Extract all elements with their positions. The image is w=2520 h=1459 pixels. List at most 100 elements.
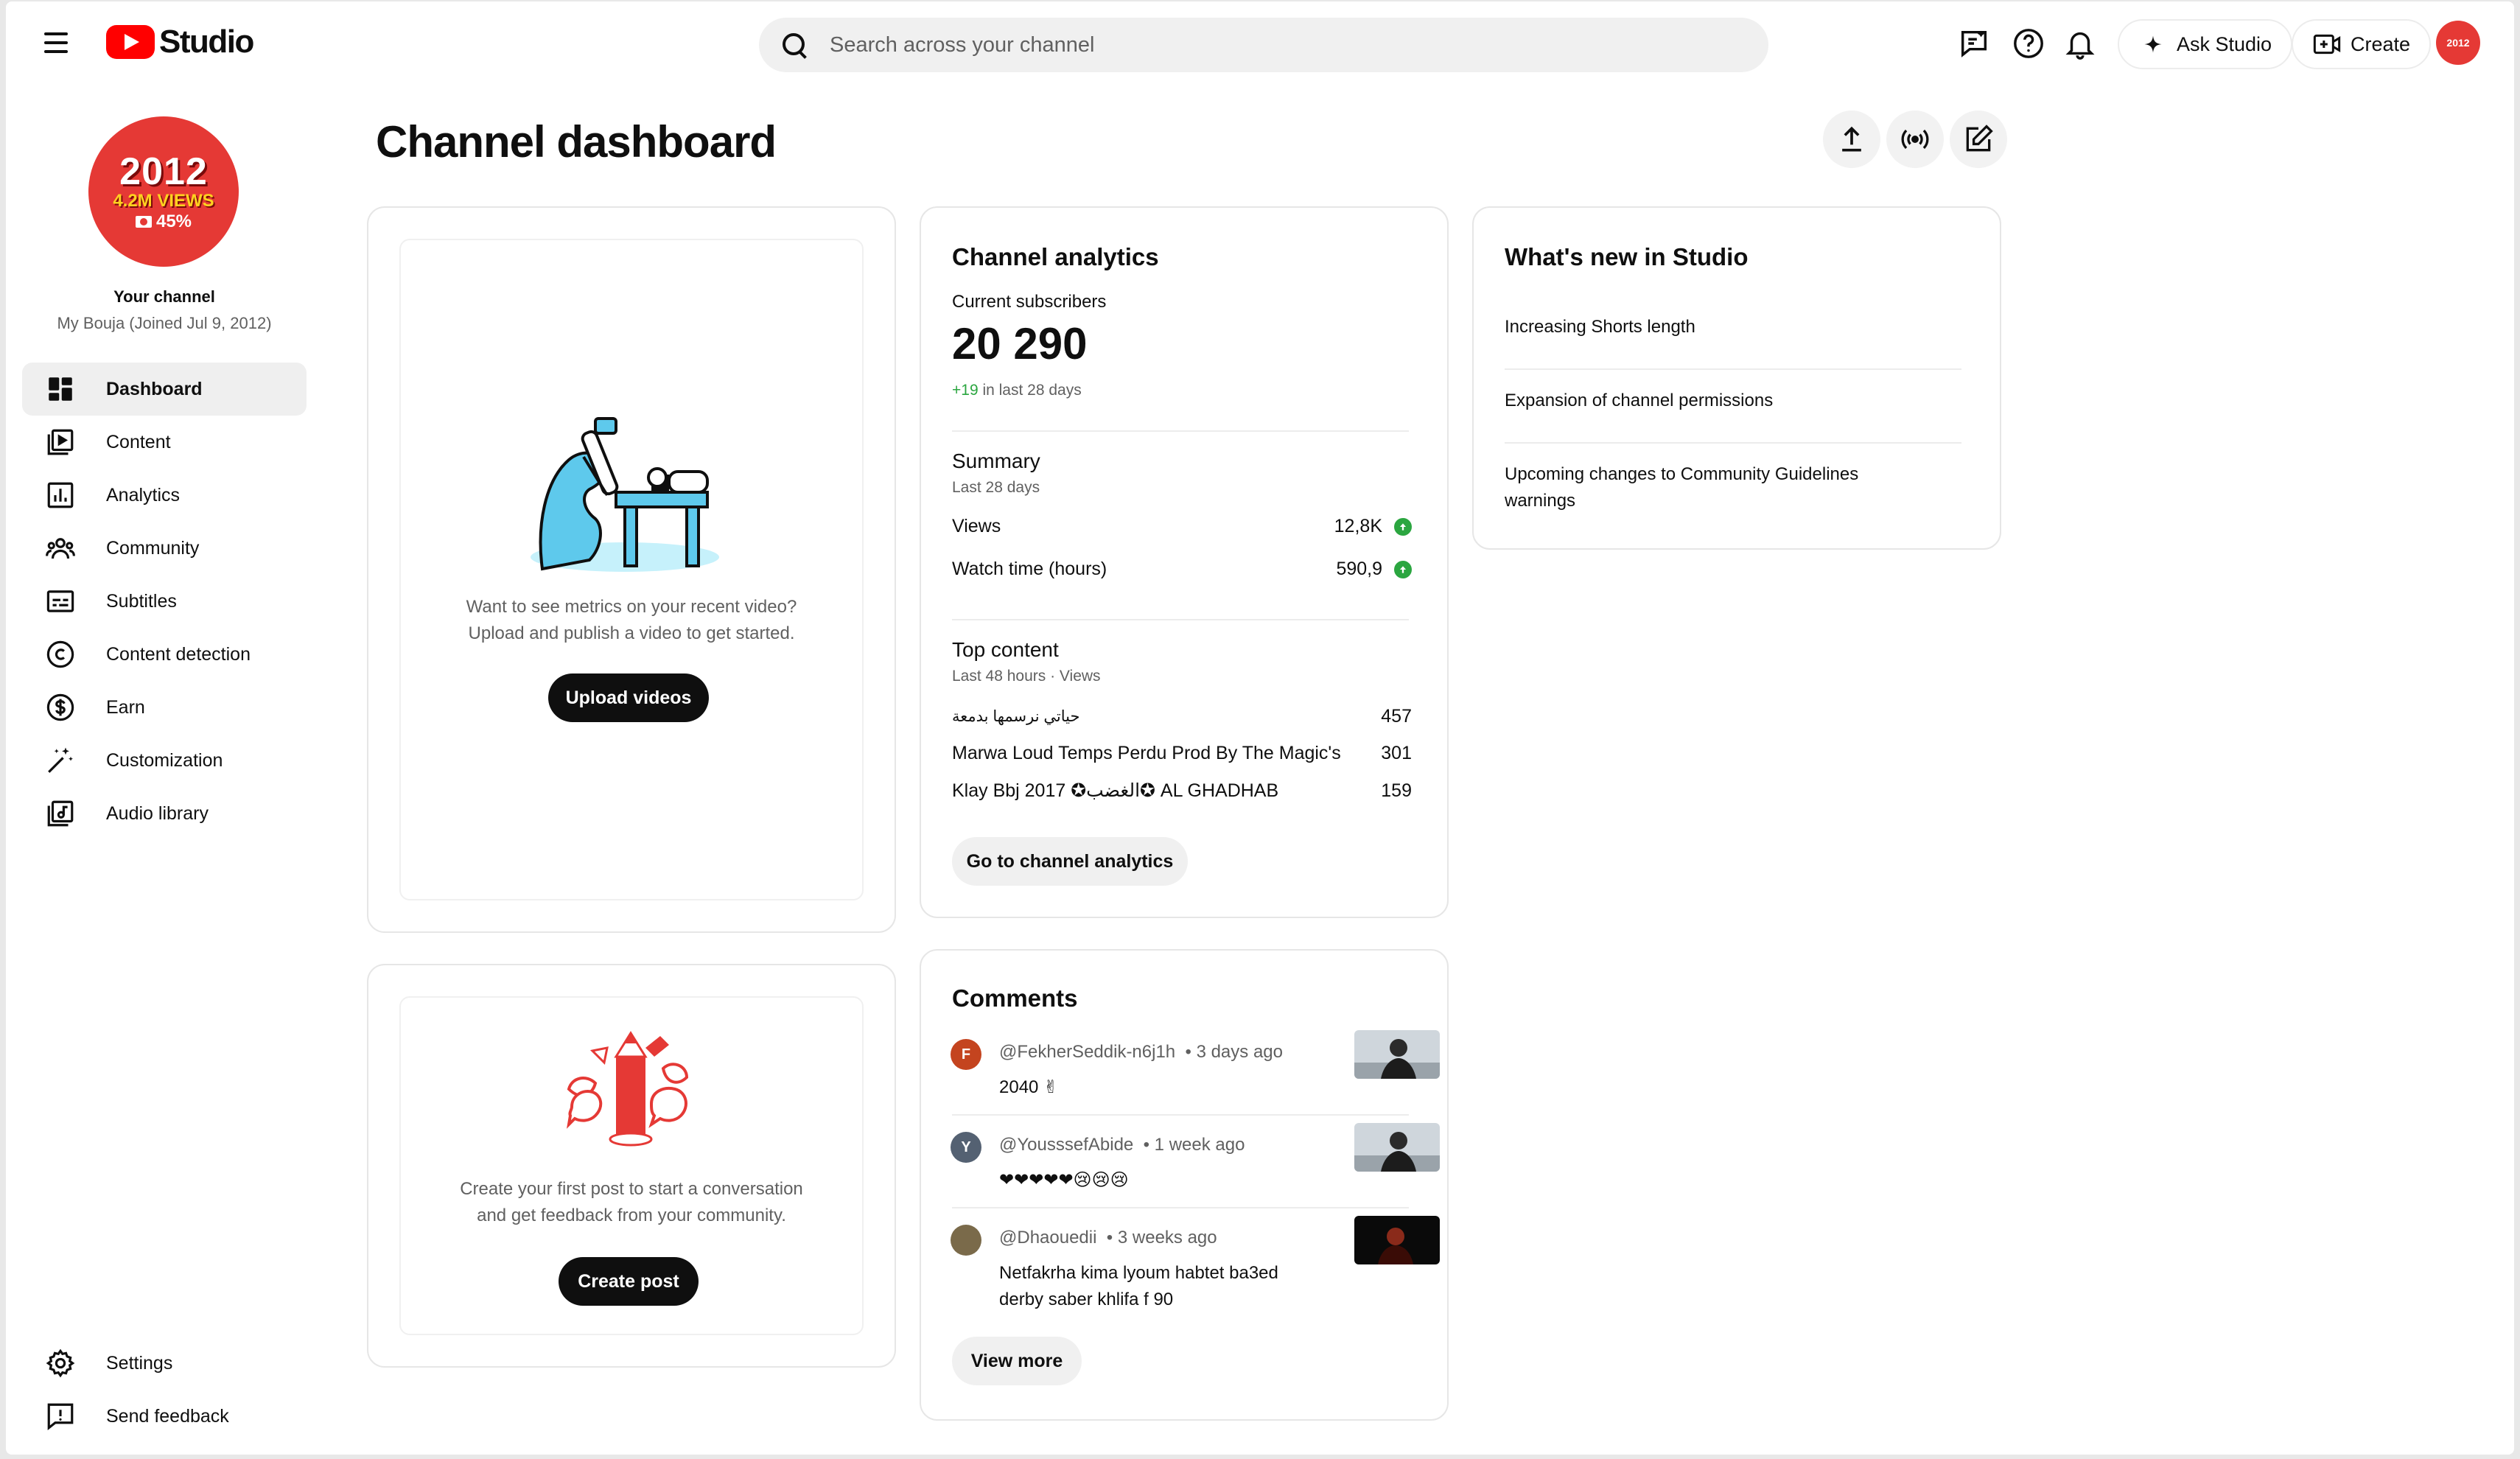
content-icon (44, 426, 77, 458)
comment-avatar: F (951, 1039, 981, 1070)
comment-author[interactable]: @FekherSeddik-n6j1h (999, 1042, 1175, 1062)
channel-avatar-percent: 45% (155, 211, 192, 231)
comment-item[interactable]: F @FekherSeddik-n6j1h • 3 days ago 2040 … (951, 1030, 1440, 1120)
create-button[interactable]: Create (2292, 19, 2432, 69)
search-icon[interactable] (780, 30, 809, 60)
dollar-icon (44, 691, 77, 724)
sidebar-item-dashboard[interactable]: Dashboard (22, 363, 307, 416)
sidebar-item-settings[interactable]: Settings (22, 1337, 307, 1390)
sidebar-item-send-feedback[interactable]: Send feedback (22, 1390, 307, 1443)
dashboard-icon (44, 373, 77, 405)
comment-meta: @FekherSeddik-n6j1h • 3 days ago (999, 1042, 1283, 1063)
channel-label: Your channel (113, 287, 215, 306)
top-content-value: 301 (1381, 743, 1412, 763)
account-avatar[interactable]: 2012 (2436, 21, 2480, 65)
notifications-icon[interactable] (2062, 25, 2099, 62)
messages-icon[interactable] (1956, 25, 1992, 62)
channel-analytics-card: Channel analytics Current subscribers 20… (920, 206, 1449, 918)
search-input[interactable] (830, 32, 1714, 57)
divider (1505, 368, 1961, 370)
top-content-row[interactable]: Marwa Loud Temps Perdu Prod By The Magic… (952, 743, 1412, 764)
pencil-illustration-icon (567, 1031, 689, 1147)
account-avatar-text: 2012 (2446, 37, 2470, 49)
sidebar-item-content-detection[interactable]: Content detection (22, 628, 307, 681)
ask-studio-button[interactable]: Ask Studio (2118, 19, 2293, 69)
comment-text: Netfakrha kima lyoum habtet ba3ed derby … (999, 1263, 1278, 1309)
view-more-button[interactable]: View more (952, 1337, 1082, 1385)
comment-text: ❤❤❤❤❤😢😢😢 (999, 1170, 1129, 1190)
comment-time: • 3 days ago (1185, 1042, 1284, 1062)
video-thumbnail[interactable] (1354, 1216, 1440, 1264)
top-content-row[interactable]: Klay Bbj 2017 ✪الغضب✪ AL GHADHAB 159 (952, 780, 1412, 802)
upload-card-text-line1: Want to see metrics on your recent video… (466, 597, 797, 617)
create-post-action-button[interactable] (1950, 111, 2007, 168)
news-item[interactable]: Upcoming changes to Community Guidelines… (1505, 461, 1917, 514)
copyright-icon (44, 638, 77, 671)
sidebar-item-label: Subtitles (106, 590, 177, 612)
feedback-icon (44, 1400, 77, 1432)
top-content-value: 457 (1381, 706, 1412, 727)
microscope-illustration-icon (531, 417, 719, 572)
page-title: Channel dashboard (376, 117, 777, 167)
top-content-label: Klay Bbj 2017 ✪الغضب✪ AL GHADHAB (952, 780, 1279, 801)
sidebar-item-community[interactable]: Community (22, 522, 307, 575)
whats-new-card: What's new in Studio Increasing Shorts l… (1472, 206, 2001, 550)
comment-author[interactable]: @YousssefAbide (999, 1135, 1133, 1155)
post-card-text: Create your first post to start a conver… (401, 1176, 862, 1229)
summary-row-value: 590,9 (1336, 559, 1382, 579)
create-label: Create (2351, 32, 2411, 55)
video-thumbnail[interactable] (1354, 1123, 1440, 1172)
divider (952, 1207, 1409, 1208)
sidebar-item-customization[interactable]: Customization (22, 734, 307, 787)
summary-row-value: 12,8K (1334, 516, 1382, 536)
channel-avatar-percent-row: 45% (135, 211, 192, 231)
sidebar-item-subtitles[interactable]: Subtitles (22, 575, 307, 628)
comment-time: • 3 weeks ago (1106, 1228, 1217, 1248)
upload-card-text-line2: Upload and publish a video to get starte… (468, 623, 795, 643)
summary-row-watch-time[interactable]: Watch time (hours) 590,9 (952, 559, 1412, 580)
summary-row-views[interactable]: Views 12,8K (952, 516, 1412, 537)
comment-meta: @Dhaouedii • 3 weeks ago (999, 1228, 1217, 1248)
live-icon (1901, 129, 1929, 150)
comment-item[interactable]: Y @YousssefAbide • 1 week ago ❤❤❤❤❤😢😢😢 (951, 1123, 1440, 1213)
upload-video-inner: Want to see metrics on your recent video… (399, 239, 864, 900)
analytics-icon (44, 479, 77, 511)
upload-icon (1842, 126, 1861, 152)
video-thumbnail[interactable] (1354, 1030, 1440, 1079)
channel-avatar[interactable]: 2012 4.2M VIEWS 45% (88, 116, 239, 267)
create-post-button[interactable]: Create post (559, 1257, 699, 1306)
top-content-row[interactable]: حياتي نرسمها بدمعة 457 (952, 706, 1412, 727)
sidebar-item-audio-library[interactable]: Audio library (22, 787, 307, 840)
go-live-button[interactable] (1886, 111, 1944, 168)
top-content-period: Last 48 hours · Views (952, 668, 1101, 685)
comment-item[interactable]: @Dhaouedii • 3 weeks ago Netfakrha kima … (951, 1216, 1440, 1320)
sidebar-item-label: Content detection (106, 643, 251, 665)
comment-author[interactable]: @Dhaouedii (999, 1228, 1096, 1248)
sidebar-item-label: Audio library (106, 802, 209, 824)
sidebar-item-label: Send feedback (106, 1405, 229, 1427)
upload-button[interactable] (1823, 111, 1880, 168)
sidebar-bottom-nav: Settings Send feedback (22, 1337, 307, 1443)
summary-row-label: Views (952, 516, 1001, 536)
sidebar: 2012 4.2M VIEWS 45% Your channel My Bouj… (6, 84, 323, 1455)
upload-videos-button[interactable]: Upload videos (548, 673, 709, 722)
menu-icon[interactable] (40, 27, 72, 59)
gear-icon (44, 1347, 77, 1379)
sidebar-nav: Dashboard Content Analytics Community Su… (22, 363, 307, 840)
sidebar-item-label: Content (106, 431, 171, 452)
sidebar-item-label: Settings (106, 1352, 173, 1374)
news-item[interactable]: Increasing Shorts length (1505, 314, 1961, 340)
go-to-channel-analytics-button[interactable]: Go to channel analytics (952, 837, 1188, 886)
top-header: Studio Ask Studio Create 2012 (6, 1, 2514, 84)
subscribers-value: 20 290 (952, 319, 1088, 368)
sidebar-item-label: Dashboard (106, 378, 203, 399)
sidebar-item-earn[interactable]: Earn (22, 681, 307, 734)
search-bar[interactable] (759, 18, 1768, 72)
sidebar-item-label: Customization (106, 749, 223, 771)
sidebar-item-analytics[interactable]: Analytics (22, 469, 307, 522)
news-item[interactable]: Expansion of channel permissions (1505, 388, 1961, 414)
help-icon[interactable] (2010, 25, 2047, 62)
analytics-title: Channel analytics (952, 243, 1159, 270)
sidebar-item-content[interactable]: Content (22, 416, 307, 469)
studio-logo[interactable]: Studio (106, 24, 254, 60)
